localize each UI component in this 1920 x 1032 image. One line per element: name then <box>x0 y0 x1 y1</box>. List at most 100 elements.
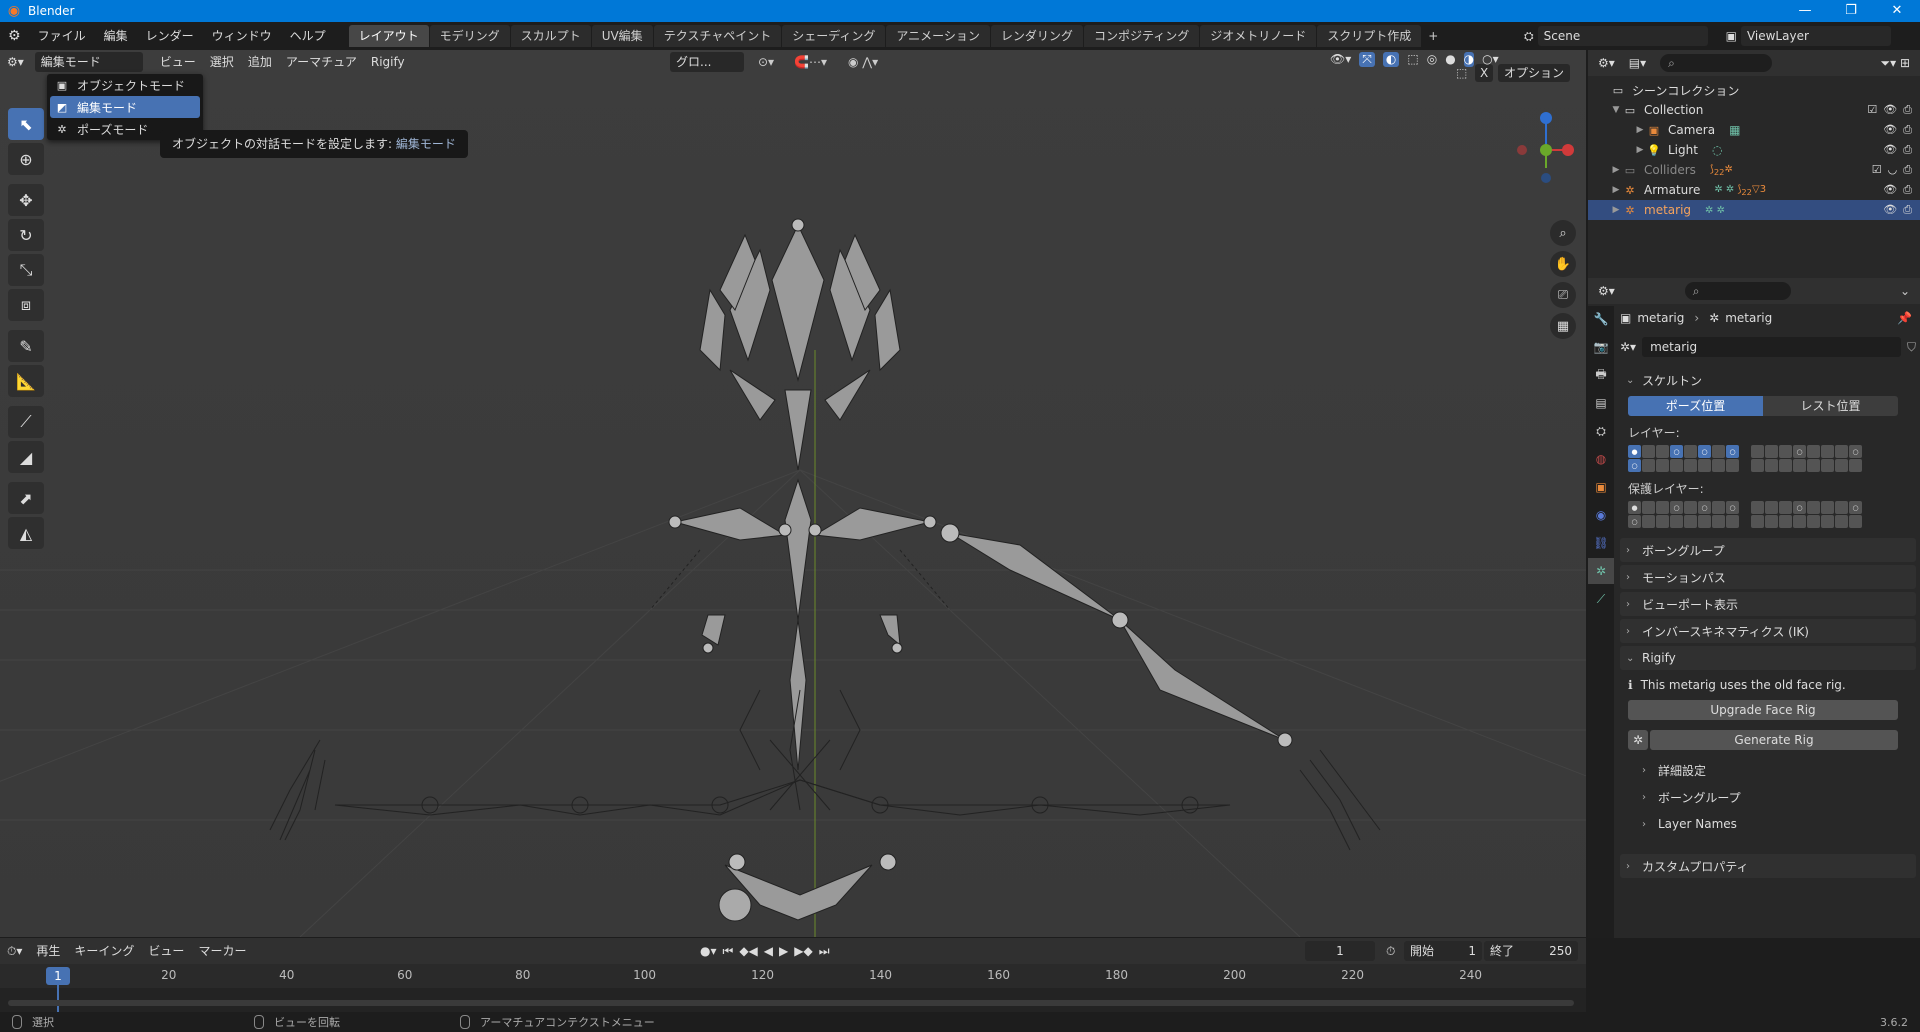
overlay-icon[interactable]: ◐ <box>1382 52 1400 67</box>
menu-help[interactable]: ヘルプ <box>281 23 335 49</box>
menu-playback[interactable]: 再生 <box>29 939 67 963</box>
pose-position-button[interactable]: ポーズ位置 <box>1628 396 1763 416</box>
solid-shading-icon[interactable]: ● <box>1445 52 1455 67</box>
menu-keying[interactable]: キーイング <box>67 939 141 963</box>
timeline-scrollbar[interactable] <box>8 1000 1574 1006</box>
render-camera-icon[interactable]: ⎙ <box>1903 203 1912 217</box>
rendered-shading-icon[interactable]: ○▾ <box>1482 52 1499 67</box>
tab-scripting[interactable]: スクリプト作成 <box>1317 25 1422 47</box>
blender-menu-icon[interactable]: ⚙ <box>0 23 29 49</box>
output-tab-icon[interactable]: 🖶 <box>1588 362 1614 388</box>
proportional-edit-icon[interactable]: ◉ ⋀▾ <box>848 50 878 74</box>
fake-user-icon[interactable]: ⛉ <box>1907 340 1916 355</box>
custom-properties-panel-header[interactable]: › カスタムプロパティ <box>1620 854 1916 878</box>
eye-icon[interactable]: 👁 <box>1883 183 1897 197</box>
menu-armature[interactable]: アーマチュア <box>279 50 364 74</box>
advanced-subpanel-header[interactable]: › 詳細設定 <box>1636 758 1916 782</box>
extrude-tool-icon[interactable]: ⬈ <box>8 482 44 514</box>
transform-tool-icon[interactable]: ⧈ <box>8 289 44 321</box>
transform-orientation-dropdown[interactable]: グロ... <box>670 52 744 72</box>
menu-render[interactable]: レンダー <box>137 23 203 49</box>
tab-sculpt[interactable]: スカルプト <box>510 25 591 47</box>
upgrade-face-rig-button[interactable]: Upgrade Face Rig <box>1628 700 1898 720</box>
armature-data-tab-icon[interactable]: ✲ <box>1588 558 1614 584</box>
outliner-row-collection[interactable]: ▼ ▭ Collection ☑ 👁 ⎙ <box>1588 100 1920 120</box>
view-layer-selector[interactable]: ViewLayer <box>1740 26 1891 46</box>
tab-rendering[interactable]: レンダリング <box>990 25 1083 47</box>
render-camera-icon[interactable]: ⎙ <box>1903 183 1912 197</box>
cursor-tool-icon[interactable]: ⊕ <box>8 143 44 175</box>
render-camera-icon[interactable]: ⎙ <box>1903 103 1912 117</box>
material-shading-icon[interactable]: ◑ <box>1463 52 1475 67</box>
3d-viewport[interactable]: ⬚ X オプション ⌕ ✋ ⎚ ▦ <box>0 50 1586 937</box>
annotate-tool-icon[interactable]: ✎ <box>8 330 44 362</box>
scene-selector[interactable]: Scene <box>1537 26 1708 46</box>
outliner-search-input[interactable]: ⌕ <box>1660 54 1773 72</box>
eye-icon[interactable]: 👁 <box>1883 143 1897 157</box>
display-mode-icon[interactable]: ▤▾ <box>1629 56 1646 70</box>
pin-icon[interactable]: 📌 <box>1897 311 1912 325</box>
view-layer-icon[interactable]: ▣ <box>1726 29 1737 43</box>
rest-position-button[interactable]: レスト位置 <box>1763 396 1898 416</box>
menu-rigify[interactable]: Rigify <box>364 50 412 74</box>
menu-view[interactable]: ビュー <box>153 50 203 74</box>
start-frame-field[interactable]: 開始 1 <box>1404 941 1482 961</box>
pivot-icon[interactable]: ⊙▾ <box>758 50 774 74</box>
tab-uv-editing[interactable]: UV編集 <box>591 25 653 47</box>
armature-browse-icon[interactable]: ✲▾ <box>1620 340 1636 354</box>
wireframe-shading-icon[interactable]: ◎ <box>1427 52 1437 67</box>
measure-tool-icon[interactable]: 📐 <box>8 365 44 397</box>
checkbox-icon[interactable]: ☑ <box>1872 163 1882 177</box>
armature-name-field[interactable]: metarig <box>1642 337 1901 357</box>
viewport-display-panel-header[interactable]: › ビューポート表示 <box>1620 592 1916 616</box>
menu-file[interactable]: ファイル <box>29 23 95 49</box>
render-camera-icon[interactable]: ⎙ <box>1903 123 1912 137</box>
physics-tab-icon[interactable]: ◉ <box>1588 502 1614 528</box>
tab-layout[interactable]: レイアウト <box>348 25 429 47</box>
rotate-tool-icon[interactable]: ↻ <box>8 219 44 251</box>
outliner-editor-icon[interactable]: ⚙▾ <box>1598 56 1615 70</box>
z-axis-icon[interactable] <box>1540 112 1552 124</box>
tab-geometry-nodes[interactable]: ジオメトリノード <box>1200 25 1317 47</box>
tab-animation[interactable]: アニメーション <box>886 25 990 47</box>
rigify-panel-header[interactable]: ⌄ Rigify <box>1620 646 1916 670</box>
scene-tab-icon[interactable]: ⛭ <box>1588 418 1614 444</box>
add-workspace-button[interactable]: + <box>1422 25 1444 47</box>
tab-modeling[interactable]: モデリング <box>429 25 510 47</box>
world-tab-icon[interactable]: ◍ <box>1588 446 1614 472</box>
rigify-bone-groups-subpanel-header[interactable]: › ボーングループ <box>1636 785 1916 809</box>
view-layer-tab-icon[interactable]: ▤ <box>1588 390 1614 416</box>
maximize-button[interactable]: ❐ <box>1828 0 1874 22</box>
visibility-icon[interactable]: 👁▾ <box>1330 52 1351 67</box>
menu-select[interactable]: 選択 <box>203 50 241 74</box>
prev-key-icon[interactable]: ◆◀ <box>739 944 757 959</box>
move-tool-icon[interactable]: ✥ <box>8 184 44 216</box>
gizmo-icon[interactable]: ⤧ <box>1359 52 1375 67</box>
eye-hidden-icon[interactable]: ◡ <box>1888 163 1898 177</box>
snap-icon[interactable]: 🧲⋯▾ <box>794 50 827 74</box>
menu-timeline-view[interactable]: ビュー <box>141 939 191 963</box>
bone-size-tool-icon[interactable]: ◢ <box>8 441 44 473</box>
menu-marker[interactable]: マーカー <box>191 939 253 963</box>
bone-layers-grid[interactable]: ● ○ ○ ○ ○ ○ ○ <box>1628 445 1916 472</box>
outliner-row-scene-collection[interactable]: ▭ シーンコレクション <box>1588 80 1920 100</box>
clock-icon[interactable]: ⏱ <box>1386 944 1395 959</box>
checkbox-icon[interactable]: ☑ <box>1867 103 1877 117</box>
skeleton-panel-header[interactable]: ⌄ スケルトン <box>1620 368 1916 392</box>
next-key-icon[interactable]: ▶◆ <box>794 944 812 959</box>
outliner-row-metarig[interactable]: ▶ ✲ metarig ✲ ✲ 👁 ⎙ <box>1588 200 1920 220</box>
bone-envelope-tool-icon[interactable]: ◭ <box>8 517 44 549</box>
eye-icon[interactable]: 👁 <box>1883 103 1897 117</box>
axis-gizmo[interactable] <box>1500 108 1580 228</box>
outliner[interactable]: ⚙▾ ▤▾ ⌕ ⏷▾ ⊞ ▭ シーンコレクション ▼ ▭ Collection ☑ 👁 ⎙… <box>1588 50 1920 278</box>
ortho-grid-icon[interactable]: ▦ <box>1550 313 1576 339</box>
play-reverse-icon[interactable]: ◀ <box>764 944 773 959</box>
render-tab-icon[interactable]: 📷 <box>1588 334 1614 360</box>
properties-editor-icon[interactable]: ⚙▾ <box>1598 284 1615 298</box>
select-box-tool-icon[interactable]: ⬉ <box>8 108 44 140</box>
bone-groups-panel-header[interactable]: › ボーングループ <box>1620 538 1916 562</box>
filter-icon[interactable]: ⏷▾ ⊞ <box>1881 56 1911 71</box>
menu-add[interactable]: 追加 <box>241 50 279 74</box>
menu-edit[interactable]: 編集 <box>95 23 137 49</box>
pan-hand-icon[interactable]: ✋ <box>1550 251 1576 277</box>
